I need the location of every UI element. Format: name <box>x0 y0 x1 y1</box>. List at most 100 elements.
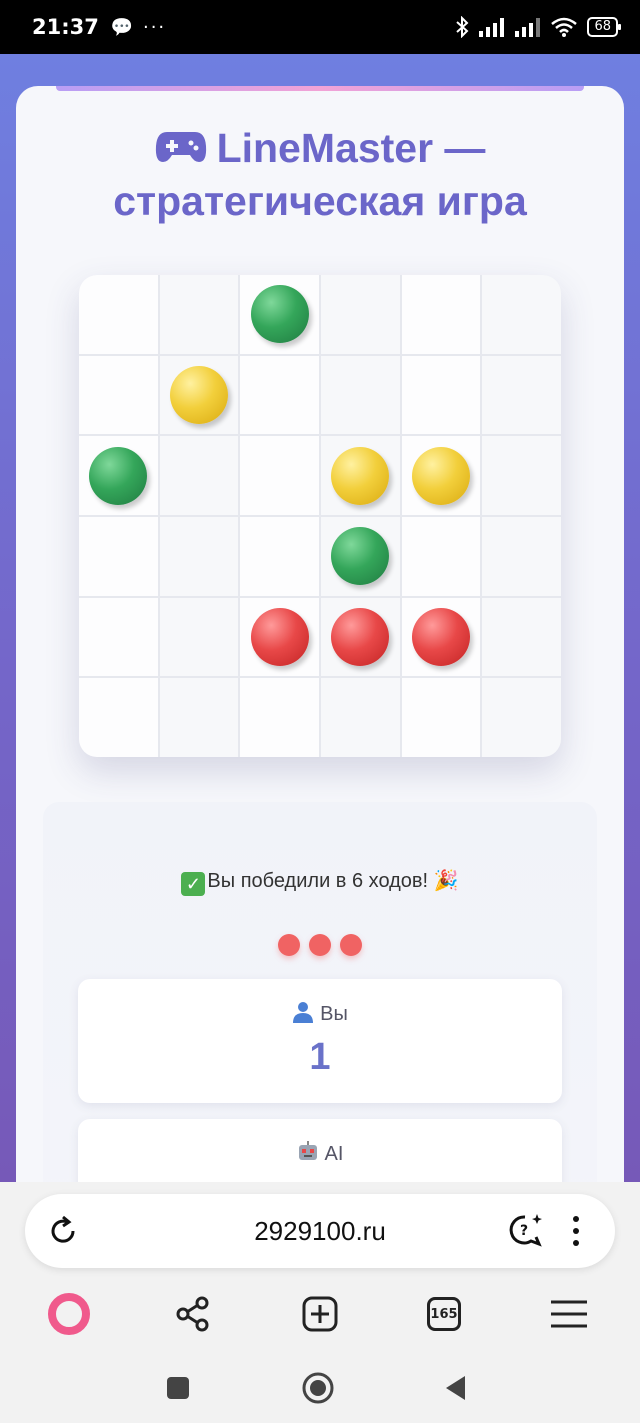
board-cell[interactable] <box>320 516 400 596</box>
board-cell[interactable] <box>320 678 400 757</box>
ai-label: AI <box>78 1141 562 1166</box>
signal-icon-2 <box>515 18 541 37</box>
green-ball[interactable] <box>331 527 390 586</box>
status-bar: 21:37 💬 ··· 68 <box>0 0 640 54</box>
board-cell[interactable] <box>482 678 561 757</box>
game-board <box>79 275 561 757</box>
browser-bottom-bar: 2929100.ru ? 165 <box>0 1182 640 1423</box>
more-menu-icon[interactable] <box>565 1212 587 1250</box>
dot <box>340 934 362 956</box>
title-line2: стратегическая игра <box>113 178 527 224</box>
status-right: 68 <box>455 16 621 38</box>
board-cell[interactable] <box>159 597 239 677</box>
page-background: LineMaster — стратегическая игра ✓ Вы поб… <box>0 54 640 1182</box>
alice-icon <box>48 1293 90 1335</box>
status-message: ✓ Вы победили в 6 ходов! 🎉 <box>43 868 597 896</box>
share-icon <box>176 1296 209 1332</box>
board-cell[interactable] <box>240 516 319 596</box>
square-icon <box>167 1377 189 1399</box>
board-cell[interactable] <box>79 678 158 757</box>
recents-button[interactable] <box>158 1368 198 1408</box>
board-cell[interactable] <box>79 275 158 354</box>
board-cell[interactable] <box>159 355 239 435</box>
board-cell[interactable] <box>240 355 319 435</box>
ai-chat-icon[interactable]: ? <box>507 1211 545 1249</box>
new-tab-button[interactable] <box>294 1288 346 1340</box>
info-panel: ✓ Вы победили в 6 ходов! 🎉 Вы 1 AI <box>43 802 597 1182</box>
browser-toolbar: 165 <box>0 1282 640 1346</box>
address-bar[interactable]: 2929100.ru ? <box>25 1194 615 1268</box>
player-score-card: Вы 1 <box>78 979 562 1103</box>
title-line1: LineMaster — <box>216 125 486 171</box>
board-cell[interactable] <box>159 678 239 757</box>
board-cell[interactable] <box>401 597 481 677</box>
board-cell[interactable] <box>482 355 561 435</box>
player-label-text: Вы <box>320 1003 348 1025</box>
back-button[interactable] <box>436 1368 476 1408</box>
tabs-count: 165 <box>427 1297 461 1331</box>
board-cell[interactable] <box>79 355 158 435</box>
board-cell[interactable] <box>159 275 239 354</box>
robot-icon <box>298 1141 317 1160</box>
board-cell[interactable] <box>159 516 239 596</box>
hamburger-icon <box>551 1300 587 1328</box>
tabs-button[interactable]: 165 <box>418 1288 470 1340</box>
board-cell[interactable] <box>320 355 400 435</box>
board-cell[interactable] <box>79 597 158 677</box>
wifi-icon <box>551 17 578 37</box>
board-cell[interactable] <box>320 436 400 515</box>
battery-icon: 68 <box>587 17 621 37</box>
page-title: LineMaster — стратегическая игра <box>16 122 624 228</box>
menu-button[interactable] <box>543 1288 595 1340</box>
board-cell[interactable] <box>240 597 319 677</box>
yellow-ball[interactable] <box>411 446 470 505</box>
red-ball[interactable] <box>411 607 470 666</box>
red-ball[interactable] <box>331 607 390 666</box>
check-icon: ✓ <box>181 872 206 896</box>
person-icon <box>293 1002 314 1023</box>
player-score: 1 <box>309 1036 331 1078</box>
board-cell[interactable] <box>320 275 400 354</box>
board-cell[interactable] <box>482 436 561 515</box>
ai-score-card: AI <box>78 1119 562 1182</box>
board-cell[interactable] <box>240 275 319 354</box>
dot <box>278 934 300 956</box>
back-triangle-icon <box>446 1376 465 1400</box>
yellow-ball[interactable] <box>331 446 390 505</box>
board-cell[interactable] <box>482 597 561 677</box>
green-ball[interactable] <box>89 446 148 505</box>
green-ball[interactable] <box>250 285 309 344</box>
board-cell[interactable] <box>401 516 481 596</box>
share-button[interactable] <box>167 1288 219 1340</box>
alice-button[interactable] <box>43 1288 95 1340</box>
dot <box>309 934 331 956</box>
red-ball[interactable] <box>250 607 309 666</box>
board-cell[interactable] <box>79 516 158 596</box>
game-card: LineMaster — стратегическая игра ✓ Вы поб… <box>16 86 624 1182</box>
board-cell[interactable] <box>79 436 158 515</box>
home-button[interactable] <box>298 1368 338 1408</box>
board-cell[interactable] <box>401 275 481 354</box>
gamepad-icon <box>155 132 206 162</box>
board-cell[interactable] <box>401 355 481 435</box>
board-cell[interactable] <box>240 436 319 515</box>
status-text: Вы победили в 6 ходов! 🎉 <box>207 870 459 892</box>
signal-icon <box>479 18 505 37</box>
system-nav-bar <box>0 1354 640 1423</box>
board-cell[interactable] <box>401 436 481 515</box>
plus-icon <box>302 1296 338 1332</box>
player-label: Вы <box>78 1001 562 1026</box>
board-cell[interactable] <box>482 275 561 354</box>
board-cell[interactable] <box>159 436 239 515</box>
home-circle-icon <box>302 1372 334 1404</box>
status-time: 21:37 <box>32 15 99 39</box>
ai-label-text: AI <box>324 1143 344 1165</box>
board-cell[interactable] <box>320 597 400 677</box>
board-cell[interactable] <box>482 516 561 596</box>
yellow-ball[interactable] <box>169 365 228 424</box>
board-cell[interactable] <box>401 678 481 757</box>
loading-dots <box>43 934 597 956</box>
board-cell[interactable] <box>240 678 319 757</box>
notification-icons: 💬 ··· <box>110 16 167 38</box>
svg-text:?: ? <box>520 1223 528 1239</box>
